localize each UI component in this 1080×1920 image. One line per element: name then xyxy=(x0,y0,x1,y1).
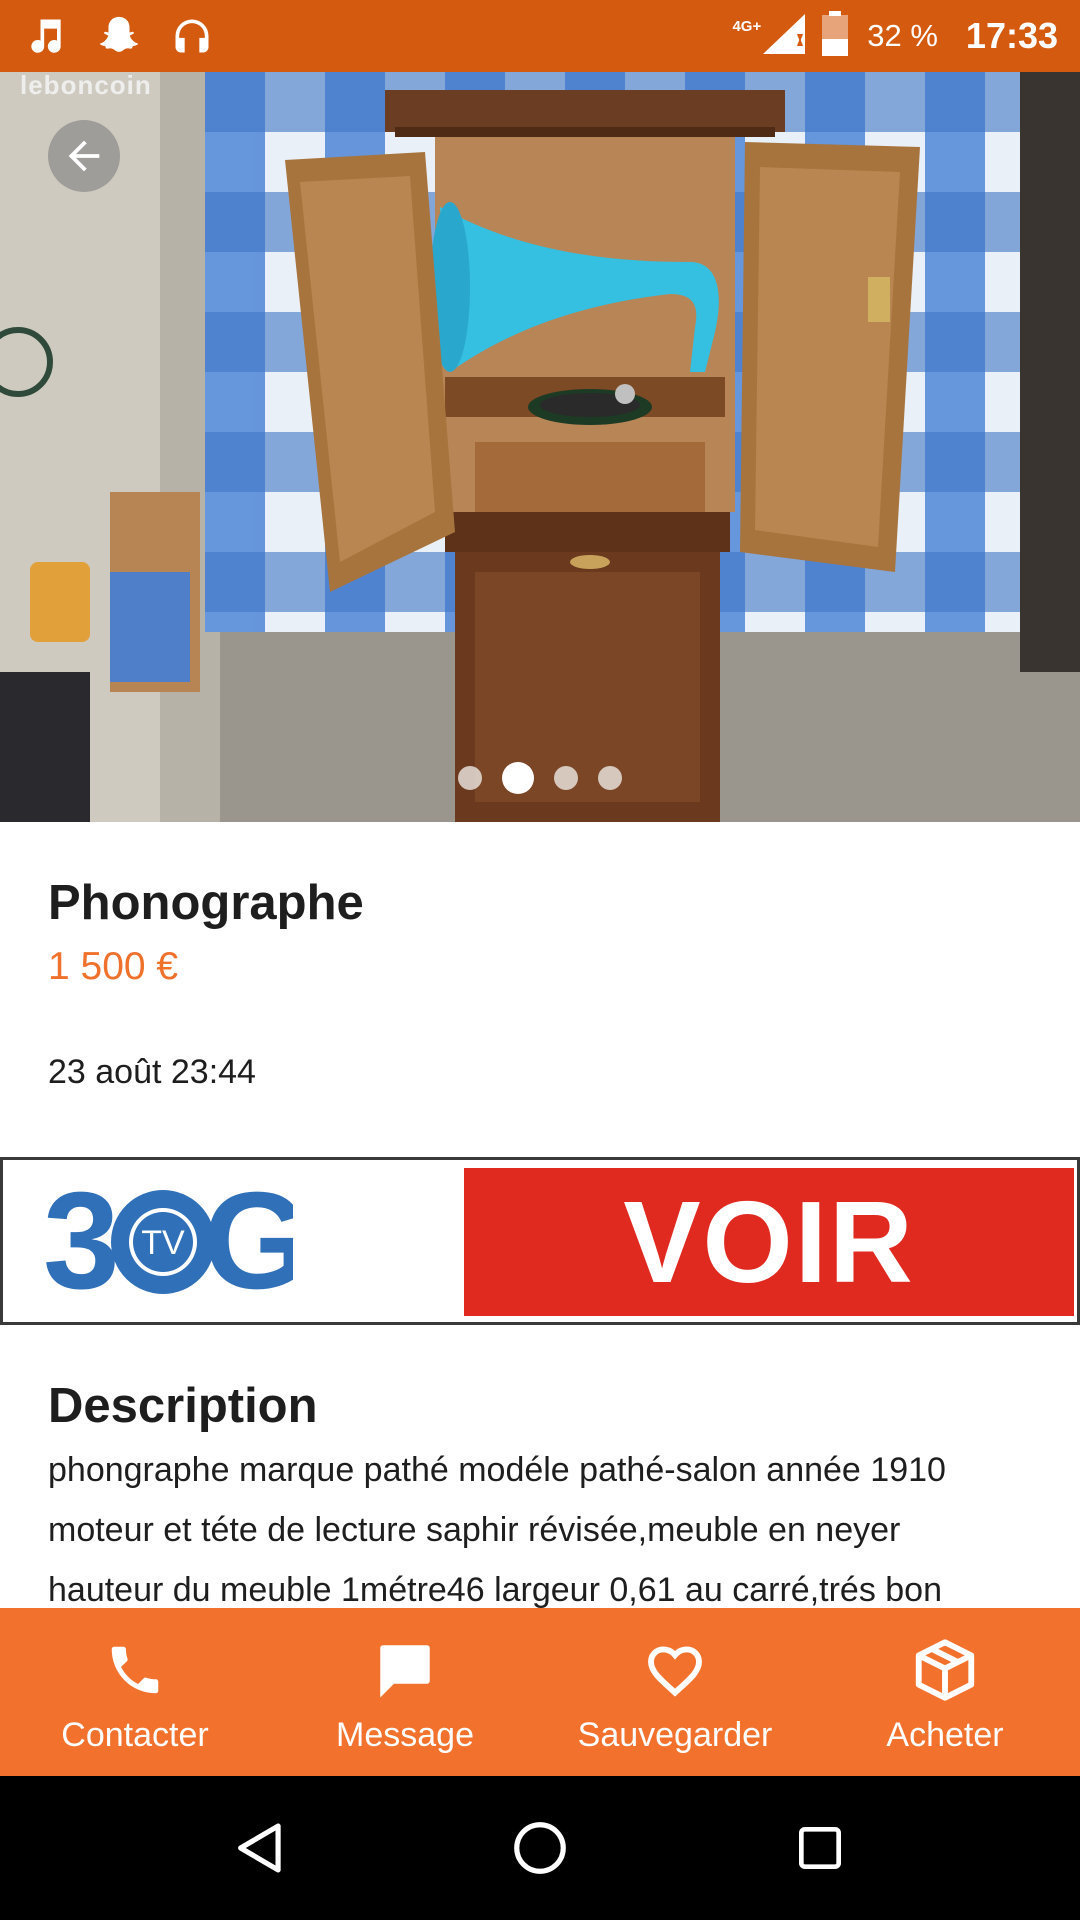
headphones-icon xyxy=(168,12,216,60)
message-label: Message xyxy=(336,1716,474,1754)
description-line: moteur et téte de lecture saphir révisée… xyxy=(48,1511,901,1549)
signal-icon xyxy=(761,12,807,61)
listing-photo-carousel[interactable]: leboncoin xyxy=(0,72,1080,822)
status-right: 4G+ 32 % 17:33 xyxy=(718,10,1058,62)
save-button[interactable]: Sauvegarder xyxy=(540,1608,810,1776)
carousel-dot[interactable] xyxy=(458,766,482,790)
listing-price: 1 500 € xyxy=(48,945,179,988)
status-bar: 4G+ 32 % 17:33 xyxy=(0,0,1080,72)
listing-date: 23 août 23:44 xyxy=(48,1053,256,1091)
ad-logo: 3 TV G xyxy=(43,1178,293,1304)
home-circle-icon xyxy=(514,1822,566,1874)
battery-percent: 32 % xyxy=(867,18,938,53)
nav-back-button[interactable] xyxy=(215,1803,305,1893)
phone-icon xyxy=(104,1634,166,1706)
save-label: Sauvegarder xyxy=(577,1716,773,1754)
nav-recents-button[interactable] xyxy=(775,1803,865,1893)
music-note-icon xyxy=(22,12,70,60)
contact-button[interactable]: Contacter xyxy=(0,1608,270,1776)
nav-home-button[interactable] xyxy=(495,1803,585,1893)
action-bar: Contacter Message Sauvegarder Acheter xyxy=(0,1608,1080,1776)
phonograph-photo xyxy=(0,72,1080,822)
carousel-dot-active[interactable] xyxy=(502,762,534,794)
description-line: phongraphe marque pathé modéle pathé-sal… xyxy=(48,1451,946,1489)
carousel-dot[interactable] xyxy=(598,766,622,790)
battery-icon xyxy=(821,10,849,62)
heart-icon xyxy=(643,1634,707,1706)
carousel-dot[interactable] xyxy=(554,766,578,790)
svg-text:3: 3 xyxy=(43,1178,120,1304)
package-icon xyxy=(910,1634,980,1706)
ad-banner[interactable]: 3 TV G VOIR xyxy=(0,1157,1080,1325)
contact-label: Contacter xyxy=(61,1716,209,1754)
snapchat-ghost-icon xyxy=(95,12,143,60)
buy-label: Acheter xyxy=(886,1716,1004,1754)
recents-square-icon xyxy=(799,1827,841,1869)
status-left xyxy=(22,12,241,60)
message-icon xyxy=(372,1634,438,1706)
listing-screen: 4G+ 32 % 17:33 leboncoin Phonographe 1 5… xyxy=(0,0,1080,1920)
listing-title: Phonographe xyxy=(48,876,364,930)
watermark: leboncoin xyxy=(20,72,152,100)
back-button[interactable] xyxy=(48,120,120,192)
svg-text:G: G xyxy=(203,1178,293,1304)
arrow-left-icon xyxy=(68,140,100,172)
description-heading: Description xyxy=(48,1379,318,1433)
buy-button[interactable]: Acheter xyxy=(810,1608,1080,1776)
ad-logo-mid: TV xyxy=(141,1224,185,1262)
message-button[interactable]: Message xyxy=(270,1608,540,1776)
back-triangle-icon xyxy=(238,1823,281,1873)
ad-cta[interactable]: VOIR xyxy=(464,1168,1074,1316)
carousel-dots xyxy=(0,762,1080,794)
clock: 17:33 xyxy=(965,15,1058,56)
description-body: phongraphe marque pathé modéle pathé-sal… xyxy=(48,1440,1048,1620)
network-label: 4G+ xyxy=(732,17,762,35)
system-nav-bar xyxy=(0,1776,1080,1920)
